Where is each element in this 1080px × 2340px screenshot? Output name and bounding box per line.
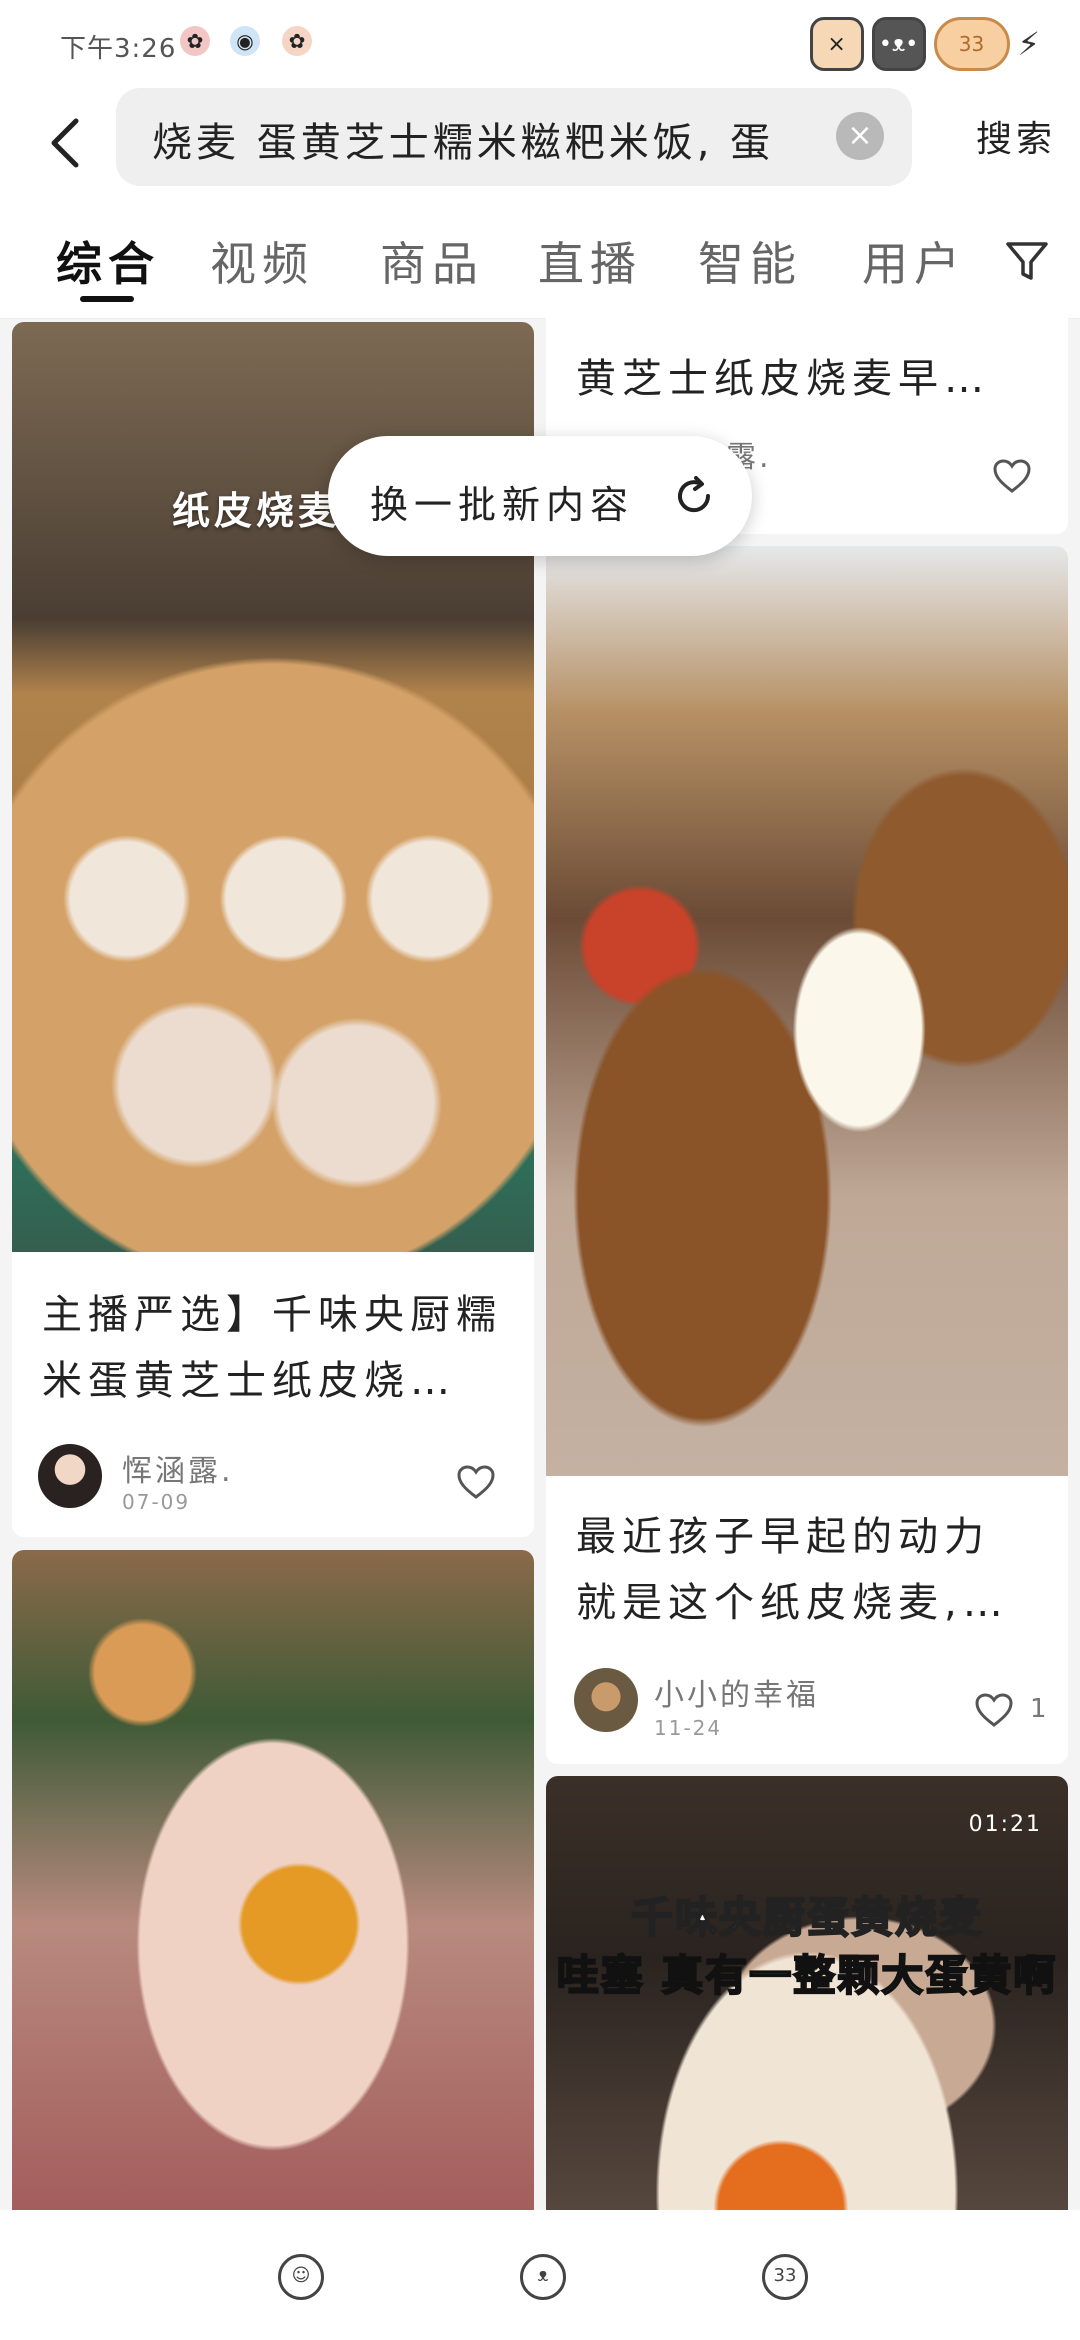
chevron-left-icon	[51, 118, 79, 168]
post-date: 11-24	[654, 1716, 723, 1740]
feed-card[interactable]: 最近孩子早起的动力 就是这个纸皮烧麦,… 小小的幸福 11-24 1	[546, 546, 1068, 1764]
card-title: 最近孩子早起的动力	[576, 1514, 990, 1560]
cat-sticker-icon: •ᴥ•	[871, 17, 926, 71]
post-date: 07-09	[122, 1490, 191, 1514]
card-title: 黄芝士纸皮烧麦早…	[576, 356, 990, 402]
heart-icon[interactable]	[456, 1464, 496, 1500]
notification-icon: ✿	[282, 26, 312, 56]
card-image[interactable]	[12, 1550, 534, 2230]
card-image[interactable]	[546, 546, 1068, 1476]
clear-search-button[interactable]: ×	[836, 112, 884, 160]
feed-card[interactable]	[12, 1550, 534, 2230]
active-tab-indicator	[80, 296, 134, 302]
refresh-icon	[678, 476, 711, 513]
tab-users[interactable]: 用户	[862, 228, 966, 294]
tab-products[interactable]: 商品	[380, 228, 484, 294]
avatar[interactable]	[38, 1444, 102, 1508]
card-title: 米蛋黄芝士纸皮烧…	[42, 1358, 456, 1404]
video-duration: 01:21	[968, 1812, 1042, 1837]
search-header: × 搜索	[0, 86, 1080, 206]
status-bar: 下午3:26 ✿ ◉ ✿ × •ᴥ• 33 ⚡	[0, 0, 1080, 86]
heart-icon[interactable]	[974, 1692, 1014, 1728]
author-name[interactable]: 小小的幸福	[654, 1670, 819, 1714]
refresh-content-button[interactable]: 换一批新内容	[328, 436, 752, 556]
charging-icon: ⚡	[1017, 25, 1040, 63]
card-title: 主播严选】千味央厨糯	[42, 1292, 502, 1338]
home-nav-icon[interactable]: ☺	[278, 2254, 324, 2300]
filter-icon[interactable]	[1002, 236, 1052, 286]
video-overlay-text: 哇塞 真有一整颗大蛋黄啊	[556, 1950, 1058, 2001]
card-title: 就是这个纸皮烧麦,…	[576, 1580, 1009, 1626]
video-overlay-text: 千味央厨蛋黄烧麦	[630, 1892, 983, 1943]
avatar[interactable]	[574, 1668, 638, 1732]
cat-sticker-icon: ×	[809, 17, 864, 71]
like-count: 1	[1030, 1694, 1047, 1724]
search-button[interactable]: 搜索	[976, 110, 1056, 162]
search-input[interactable]	[150, 110, 824, 168]
author-name[interactable]: 恽涵露.	[122, 1446, 234, 1490]
notification-icon: ✿	[180, 26, 210, 56]
tab-live[interactable]: 直播	[538, 228, 642, 294]
cat-nav-icon[interactable]: ᴥ	[520, 2254, 566, 2300]
back-button[interactable]	[34, 108, 94, 178]
fish-sticker-icon: 33	[933, 17, 1010, 71]
search-box[interactable]: ×	[116, 88, 912, 186]
close-icon: ×	[847, 118, 873, 153]
tab-video[interactable]: 视频	[210, 228, 314, 294]
status-right-icons: × •ᴥ• 33 ⚡	[809, 17, 1040, 71]
tab-smart[interactable]: 智能	[698, 228, 802, 294]
status-time: 下午3:26	[60, 34, 177, 64]
fish-nav-icon[interactable]: 33	[762, 2254, 808, 2300]
feed-card[interactable]: 01:21 千味央厨蛋黄烧麦 哇塞 真有一整颗大蛋黄啊	[546, 1776, 1068, 2230]
image-caption: 纸皮烧麦	[172, 489, 341, 533]
refresh-label: 换一批新内容	[370, 483, 635, 527]
bottom-navigation: ☺ ᴥ 33	[0, 2210, 1080, 2340]
heart-icon[interactable]	[992, 458, 1032, 494]
tab-all[interactable]: 综合	[56, 228, 160, 294]
card-image[interactable]: 01:21 千味央厨蛋黄烧麦 哇塞 真有一整颗大蛋黄啊	[546, 1776, 1068, 2230]
notification-icon: ◉	[230, 26, 260, 56]
